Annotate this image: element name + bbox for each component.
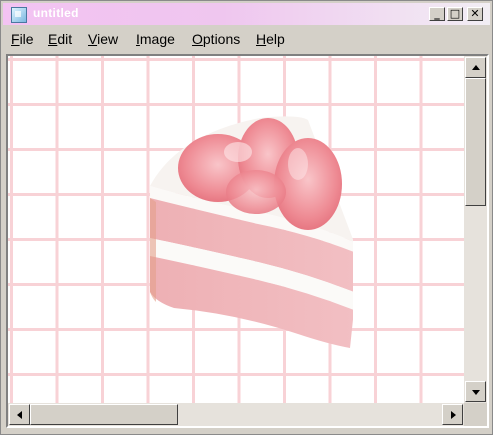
minimize-button[interactable]: _ (429, 7, 445, 21)
paint-window: untitled _ □ ✕ File Edit View Image Opti… (0, 0, 493, 435)
down-arrow-icon (472, 390, 480, 395)
menu-bar: File Edit View Image Options Help (3, 27, 490, 49)
cake-slice-image (150, 116, 353, 348)
horizontal-scrollbar[interactable] (8, 403, 464, 426)
menu-edit[interactable]: Edit (48, 31, 72, 47)
menu-file[interactable]: File (11, 31, 34, 47)
vertical-scroll-thumb[interactable] (465, 78, 486, 206)
scroll-right-button[interactable] (442, 404, 463, 425)
scroll-left-button[interactable] (9, 404, 30, 425)
right-arrow-icon (451, 411, 456, 419)
up-arrow-icon (472, 65, 480, 70)
scrollbar-corner (464, 403, 487, 426)
drawing-canvas[interactable] (8, 56, 464, 403)
menu-view[interactable]: View (88, 31, 118, 47)
scroll-up-button[interactable] (465, 57, 486, 78)
menu-options[interactable]: Options (192, 31, 240, 47)
menu-image[interactable]: Image (136, 31, 175, 47)
close-button[interactable]: ✕ (467, 7, 483, 21)
canvas-frame (6, 54, 489, 428)
left-arrow-icon (17, 411, 22, 419)
paint-app-icon[interactable] (11, 7, 27, 23)
window-title: untitled (33, 6, 79, 20)
vertical-scrollbar[interactable] (464, 56, 487, 403)
scroll-down-button[interactable] (465, 381, 486, 402)
menu-help[interactable]: Help (256, 31, 285, 47)
maximize-button[interactable]: □ (447, 7, 463, 21)
title-bar[interactable]: untitled _ □ ✕ (3, 3, 490, 25)
horizontal-scroll-thumb[interactable] (30, 404, 178, 425)
